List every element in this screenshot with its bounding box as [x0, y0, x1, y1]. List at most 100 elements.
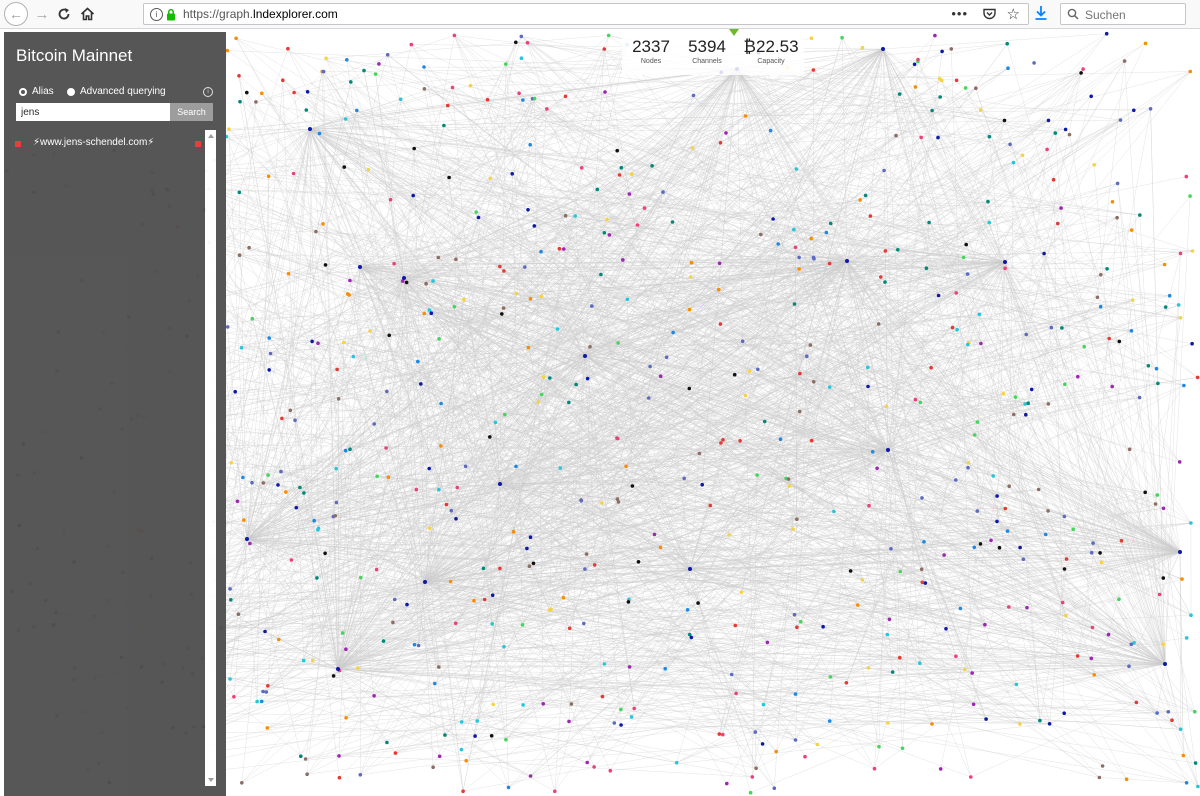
- graph-hub-node[interactable]: [423, 580, 427, 584]
- graph-node[interactable]: [797, 409, 802, 414]
- graph-node[interactable]: [966, 342, 970, 347]
- graph-node[interactable]: [632, 706, 636, 711]
- graph-node[interactable]: [930, 108, 934, 113]
- graph-node[interactable]: [840, 35, 844, 40]
- graph-node[interactable]: [514, 464, 518, 469]
- graph-node[interactable]: [848, 569, 853, 573]
- graph-node[interactable]: [1007, 605, 1011, 609]
- graph-node[interactable]: [1005, 529, 1010, 533]
- graph-node[interactable]: [652, 532, 657, 537]
- graph-node[interactable]: [1110, 200, 1115, 204]
- graph-node[interactable]: [995, 494, 999, 498]
- graph-node[interactable]: [691, 93, 696, 98]
- graph-node[interactable]: [547, 608, 552, 612]
- graph-node[interactable]: [607, 233, 612, 237]
- graph-node[interactable]: [1110, 384, 1114, 389]
- graph-node[interactable]: [771, 217, 775, 221]
- graph-node[interactable]: [377, 62, 381, 66]
- graph-node[interactable]: [879, 275, 883, 279]
- graph-node[interactable]: [521, 703, 525, 707]
- graph-node[interactable]: [437, 754, 442, 759]
- graph-node[interactable]: [811, 255, 816, 260]
- graph-node[interactable]: [617, 173, 622, 177]
- graph-node[interactable]: [459, 720, 464, 724]
- graph-node[interactable]: [1182, 383, 1186, 388]
- graph-node[interactable]: [646, 396, 651, 400]
- graph-node[interactable]: [532, 96, 537, 101]
- graph-node[interactable]: [1099, 273, 1103, 277]
- graph-node[interactable]: [732, 372, 737, 377]
- graph-node[interactable]: [343, 448, 348, 453]
- graph-node[interactable]: [289, 558, 294, 562]
- graph-node[interactable]: [1166, 710, 1171, 714]
- graph-node[interactable]: [488, 435, 492, 439]
- graph-node[interactable]: [1051, 177, 1056, 182]
- graph-node[interactable]: [592, 765, 596, 769]
- graph-node[interactable]: [229, 598, 233, 602]
- graph-node[interactable]: [997, 545, 1002, 550]
- graph-node[interactable]: [1184, 636, 1189, 640]
- graph-node[interactable]: [1162, 262, 1167, 267]
- graph-node[interactable]: [897, 92, 902, 96]
- graph-node[interactable]: [567, 719, 571, 724]
- graph-node[interactable]: [437, 487, 441, 492]
- graph-node[interactable]: [650, 164, 654, 168]
- graph-node[interactable]: [954, 478, 958, 482]
- graph-node[interactable]: [898, 655, 902, 660]
- graph-node[interactable]: [1095, 295, 1100, 300]
- graph-node[interactable]: [1118, 118, 1123, 122]
- graph-node[interactable]: [1190, 249, 1195, 253]
- graph-node[interactable]: [1193, 709, 1197, 714]
- graph-node[interactable]: [489, 734, 494, 738]
- graph-node[interactable]: [708, 503, 713, 508]
- graph-node[interactable]: [1188, 69, 1193, 74]
- graph-node[interactable]: [454, 257, 458, 262]
- graph-node[interactable]: [569, 702, 574, 706]
- graph-node[interactable]: [936, 135, 940, 140]
- graph-node[interactable]: [827, 261, 832, 266]
- graph-node[interactable]: [1161, 506, 1166, 511]
- graph-node[interactable]: [603, 90, 607, 94]
- graph-node[interactable]: [958, 606, 963, 611]
- graph-node[interactable]: [428, 526, 432, 531]
- graph-node[interactable]: [1001, 391, 1006, 396]
- graph-hub-node[interactable]: [1163, 662, 1167, 666]
- graph-node[interactable]: [391, 620, 395, 625]
- graph-node[interactable]: [448, 579, 453, 584]
- graph-node[interactable]: [1178, 316, 1183, 320]
- graph-node[interactable]: [291, 171, 296, 176]
- graph-node[interactable]: [1190, 341, 1194, 346]
- graph-node[interactable]: [1193, 761, 1198, 765]
- graph-node[interactable]: [1003, 266, 1007, 271]
- graph-node[interactable]: [743, 393, 748, 398]
- graph-node[interactable]: [811, 68, 816, 72]
- graph-node[interactable]: [962, 667, 967, 672]
- graph-node[interactable]: [422, 87, 427, 91]
- graph-node[interactable]: [433, 681, 437, 686]
- graph-node[interactable]: [237, 190, 242, 195]
- graph-node[interactable]: [553, 789, 557, 794]
- graph-node[interactable]: [1107, 336, 1111, 341]
- graph-node[interactable]: [811, 380, 816, 384]
- graph-node[interactable]: [452, 305, 457, 309]
- graph-node[interactable]: [1106, 632, 1111, 637]
- graph-node[interactable]: [987, 134, 992, 139]
- graph-node[interactable]: [886, 721, 890, 725]
- graph-node[interactable]: [1143, 41, 1148, 46]
- graph-node[interactable]: [600, 694, 605, 699]
- graph-node[interactable]: [1161, 576, 1166, 580]
- graph-node[interactable]: [1045, 147, 1049, 152]
- graph-node[interactable]: [1018, 722, 1022, 726]
- graph-node[interactable]: [504, 62, 508, 66]
- graph-node[interactable]: [690, 146, 695, 150]
- graph-node[interactable]: [536, 400, 541, 404]
- graph-node[interactable]: [385, 53, 390, 57]
- graph-node[interactable]: [729, 672, 734, 677]
- graph-node[interactable]: [918, 400, 923, 405]
- graph-node[interactable]: [718, 322, 723, 326]
- graph-node[interactable]: [868, 214, 873, 218]
- graph-node[interactable]: [316, 341, 320, 346]
- graph-node[interactable]: [331, 674, 336, 678]
- graph-node[interactable]: [1089, 94, 1093, 99]
- graph-node[interactable]: [615, 148, 619, 153]
